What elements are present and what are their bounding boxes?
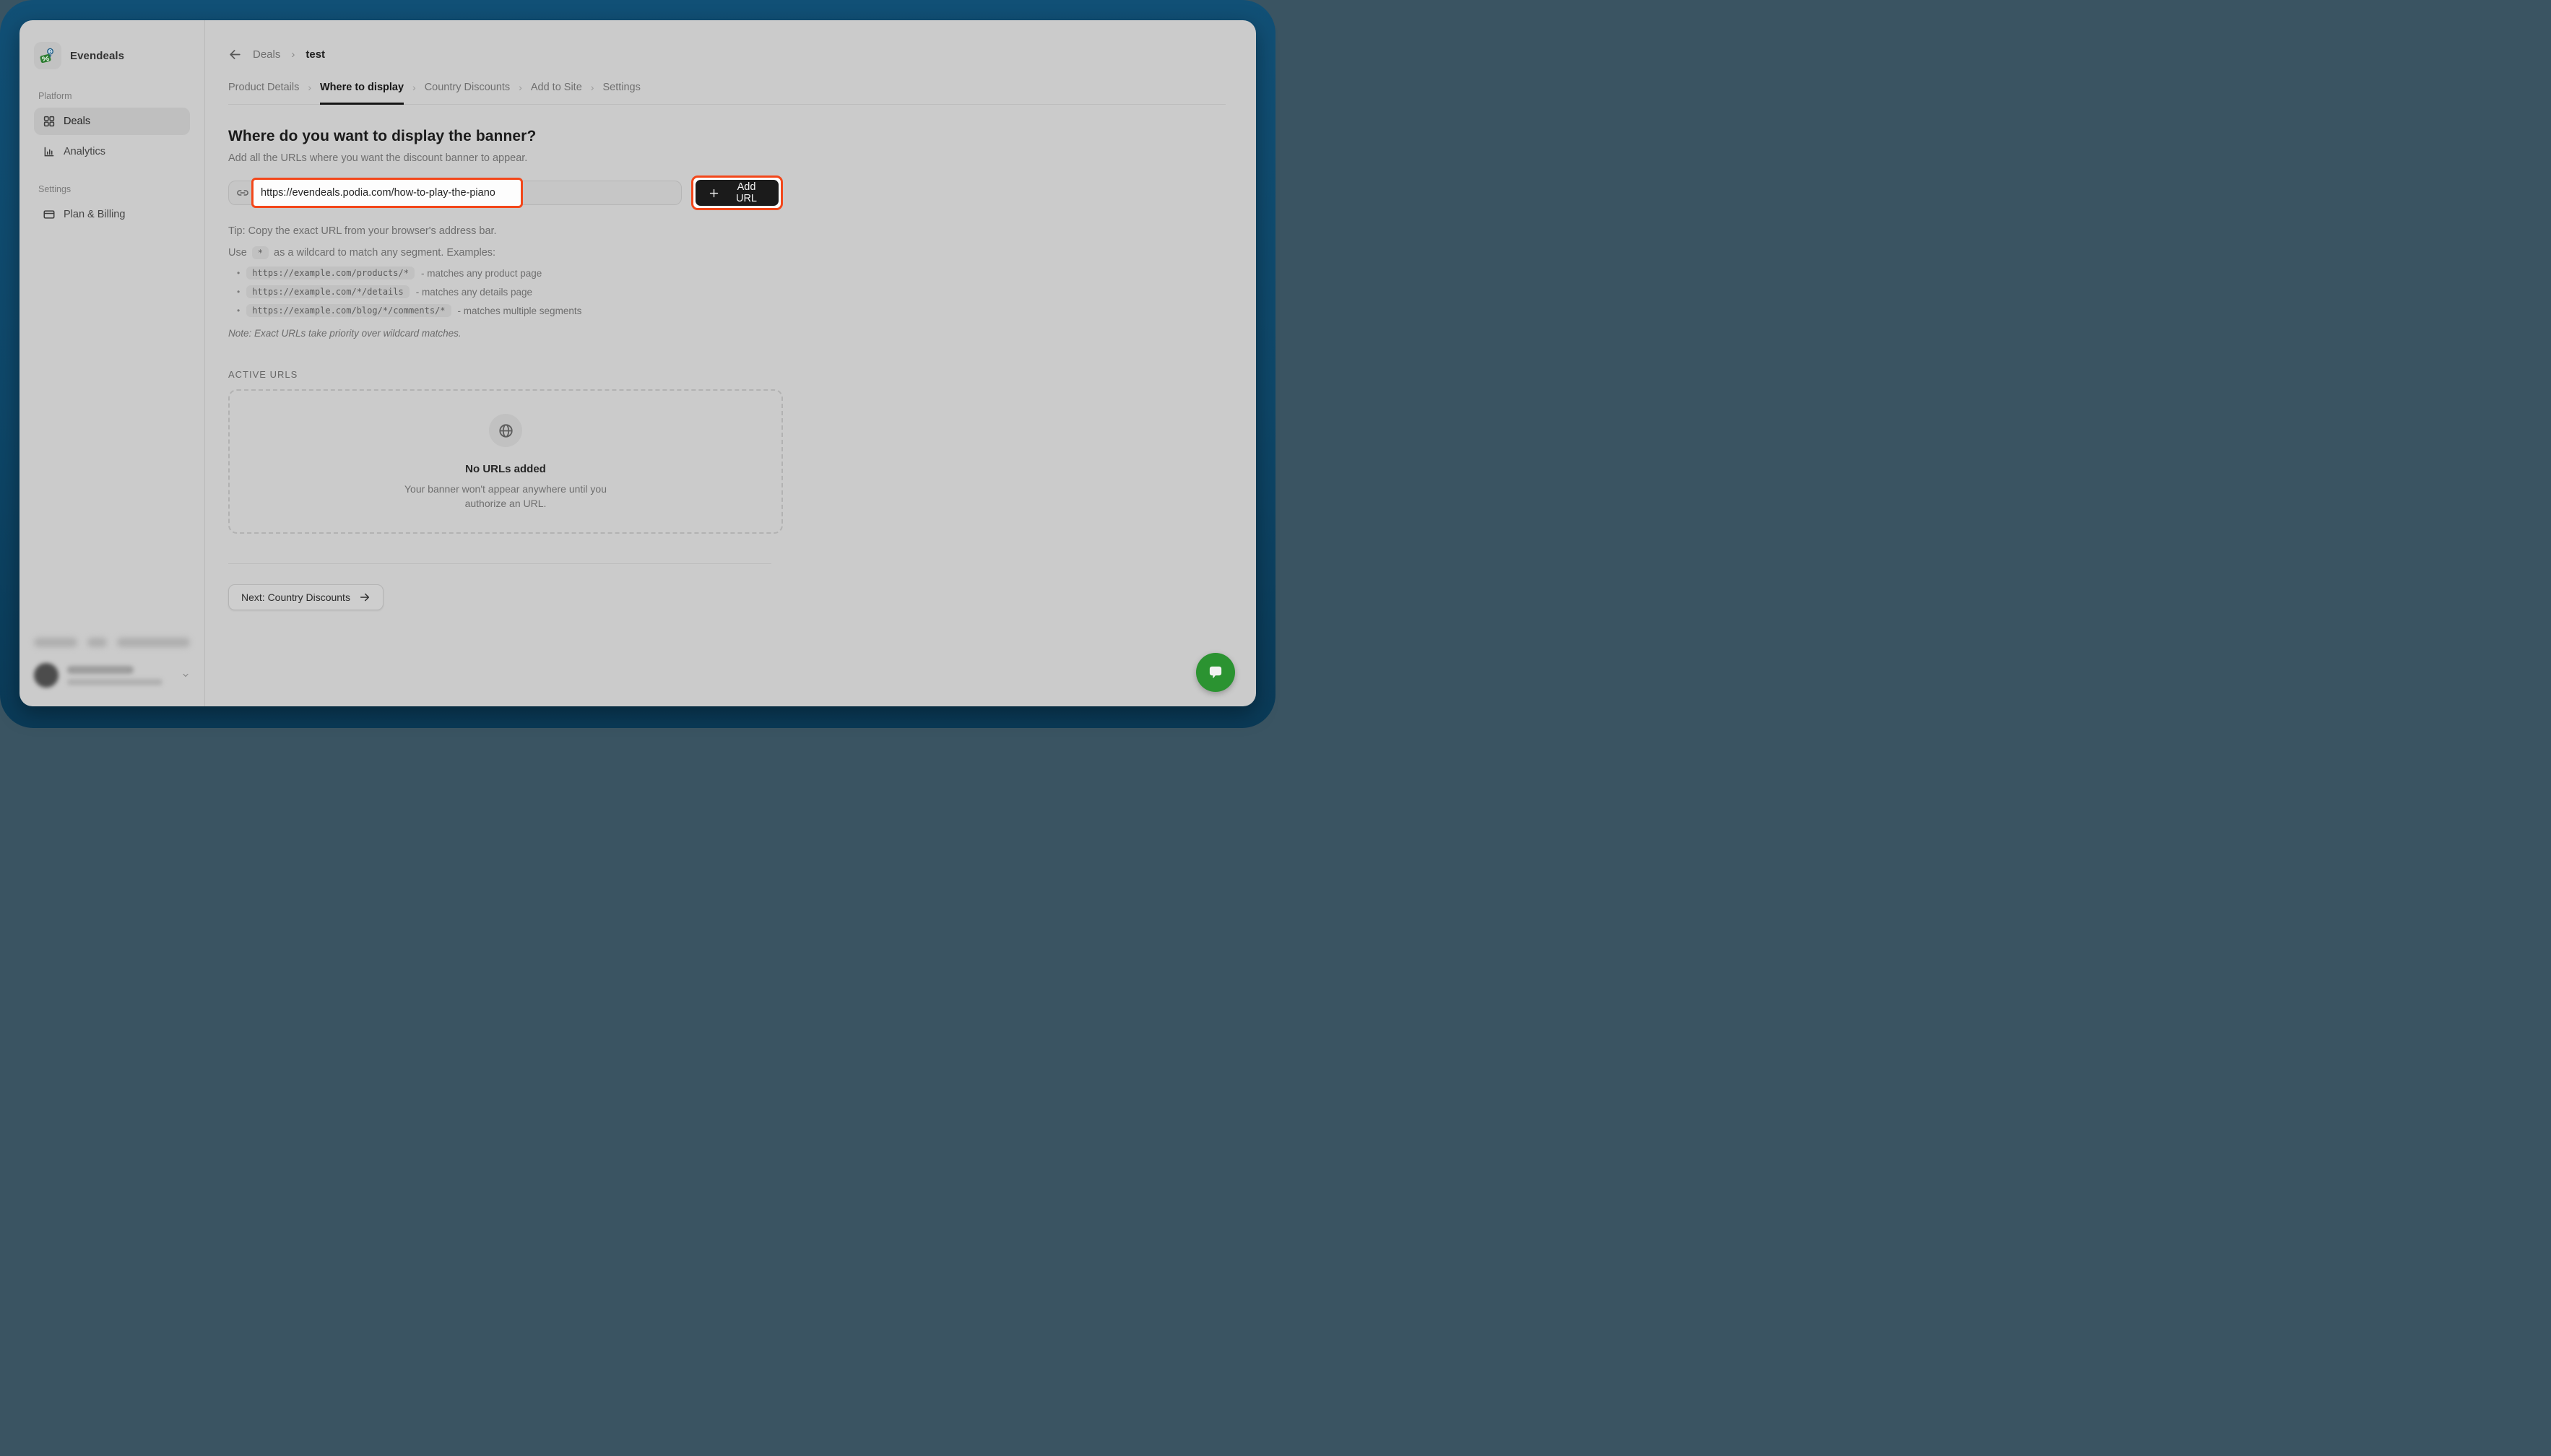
next-step-button[interactable]: Next: Country Discounts [228, 584, 384, 610]
priority-note: Note: Exact URLs take priority over wild… [228, 328, 1226, 339]
tab-separator: › [591, 82, 594, 93]
sidebar-item-label: Deals [64, 116, 90, 127]
tab-add-to-site[interactable]: Add to Site [531, 82, 582, 93]
redacted-user-info [67, 666, 173, 685]
sidebar-item-label: Analytics [64, 146, 105, 157]
evendeals-logo-icon [34, 42, 61, 69]
redacted-text [117, 638, 190, 647]
tab-separator: › [308, 82, 311, 93]
sidebar-section-settings: Settings [38, 184, 186, 194]
sidebar-item-deals[interactable]: Deals [34, 108, 190, 135]
sidebar: Evendeals Platform Deals [20, 20, 205, 706]
chat-bubble-icon [1206, 663, 1225, 682]
example-description: - matches multiple segments [458, 306, 582, 316]
tab-country-discounts[interactable]: Country Discounts [425, 82, 510, 93]
breadcrumb-separator: › [291, 48, 295, 61]
tab-product-details[interactable]: Product Details [228, 82, 299, 93]
tab-separator: › [519, 82, 522, 93]
example-description: - matches any details page [416, 287, 532, 298]
example-row: • https://example.com/blog/*/comments/* … [228, 304, 1226, 317]
sidebar-footer [34, 638, 190, 688]
grid-icon [43, 115, 56, 128]
page-title: Where do you want to display the banner? [228, 128, 1226, 145]
sidebar-section-platform: Platform [38, 91, 186, 101]
tab-where-to-display[interactable]: Where to display [320, 82, 404, 105]
bullet: • [237, 287, 240, 297]
credit-card-icon [43, 208, 56, 221]
add-url-highlight: Add URL [691, 176, 783, 210]
url-form-row: Add URL [228, 176, 783, 210]
example-row: • https://example.com/products/* - match… [228, 266, 1226, 280]
bar-chart-icon [43, 145, 56, 158]
user-profile[interactable] [34, 663, 190, 688]
empty-state-text: authorize an URL. [465, 499, 547, 508]
page-subtitle: Add all the URLs where you want the disc… [228, 152, 1226, 164]
redacted-plan-info [34, 638, 190, 647]
next-step-label: Next: Country Discounts [241, 592, 350, 603]
empty-state-text: Your banner won't appear anywhere until … [404, 485, 607, 493]
chevron-down-icon [181, 671, 190, 680]
active-urls-empty-state: No URLs added Your banner won't appear a… [228, 389, 783, 534]
active-urls-heading: ACTIVE URLS [228, 369, 1226, 380]
wildcard-prefix: Use [228, 247, 247, 259]
wildcard-examples: • https://example.com/products/* - match… [228, 266, 1226, 317]
redacted-text [34, 638, 77, 647]
example-pattern: https://example.com/*/details [246, 285, 410, 298]
example-row: • https://example.com/*/details - matche… [228, 285, 1226, 298]
breadcrumb-deals[interactable]: Deals [253, 48, 280, 61]
tab-separator: › [412, 82, 416, 93]
redacted-text [87, 638, 107, 647]
add-url-button[interactable]: Add URL [696, 180, 779, 206]
link-icon [236, 186, 249, 199]
wildcard-instruction: Use * as a wildcard to match any segment… [228, 246, 1226, 259]
step-tabs: Product Details › Where to display › Cou… [228, 82, 1226, 105]
plus-icon [709, 188, 719, 199]
url-input-container [228, 181, 682, 205]
main-content: Deals › test Product Details › Where to … [205, 20, 1256, 706]
tip-text: Tip: Copy the exact URL from your browse… [228, 225, 1226, 237]
breadcrumb: Deals › test [228, 48, 1226, 61]
example-pattern: https://example.com/blog/*/comments/* [246, 304, 451, 317]
tab-settings[interactable]: Settings [602, 82, 640, 93]
breadcrumb-current: test [306, 48, 325, 61]
sidebar-item-analytics[interactable]: Analytics [34, 138, 190, 165]
empty-state-title: No URLs added [465, 463, 546, 475]
bullet: • [237, 268, 240, 278]
app-window: Evendeals Platform Deals [20, 20, 1256, 706]
wildcard-suffix: as a wildcard to match any segment. Exam… [274, 247, 495, 259]
app-logo-row[interactable]: Evendeals [34, 42, 190, 69]
example-description: - matches any product page [421, 268, 542, 279]
chat-widget-button[interactable] [1196, 653, 1235, 692]
sidebar-item-plan-billing[interactable]: Plan & Billing [34, 201, 190, 228]
add-url-label: Add URL [727, 181, 766, 204]
wildcard-symbol: * [252, 246, 269, 259]
sidebar-item-label: Plan & Billing [64, 209, 125, 220]
avatar [34, 663, 59, 688]
arrow-right-icon [359, 592, 371, 603]
url-input-highlight [251, 178, 523, 208]
section-divider [228, 563, 771, 564]
example-pattern: https://example.com/products/* [246, 266, 415, 280]
globe-icon [489, 414, 522, 447]
redacted-user-email [67, 679, 163, 685]
url-input[interactable] [261, 187, 514, 199]
app-name: Evendeals [70, 50, 124, 62]
redacted-user-name [67, 666, 134, 674]
arrow-left-icon[interactable] [228, 48, 242, 61]
bullet: • [237, 306, 240, 316]
